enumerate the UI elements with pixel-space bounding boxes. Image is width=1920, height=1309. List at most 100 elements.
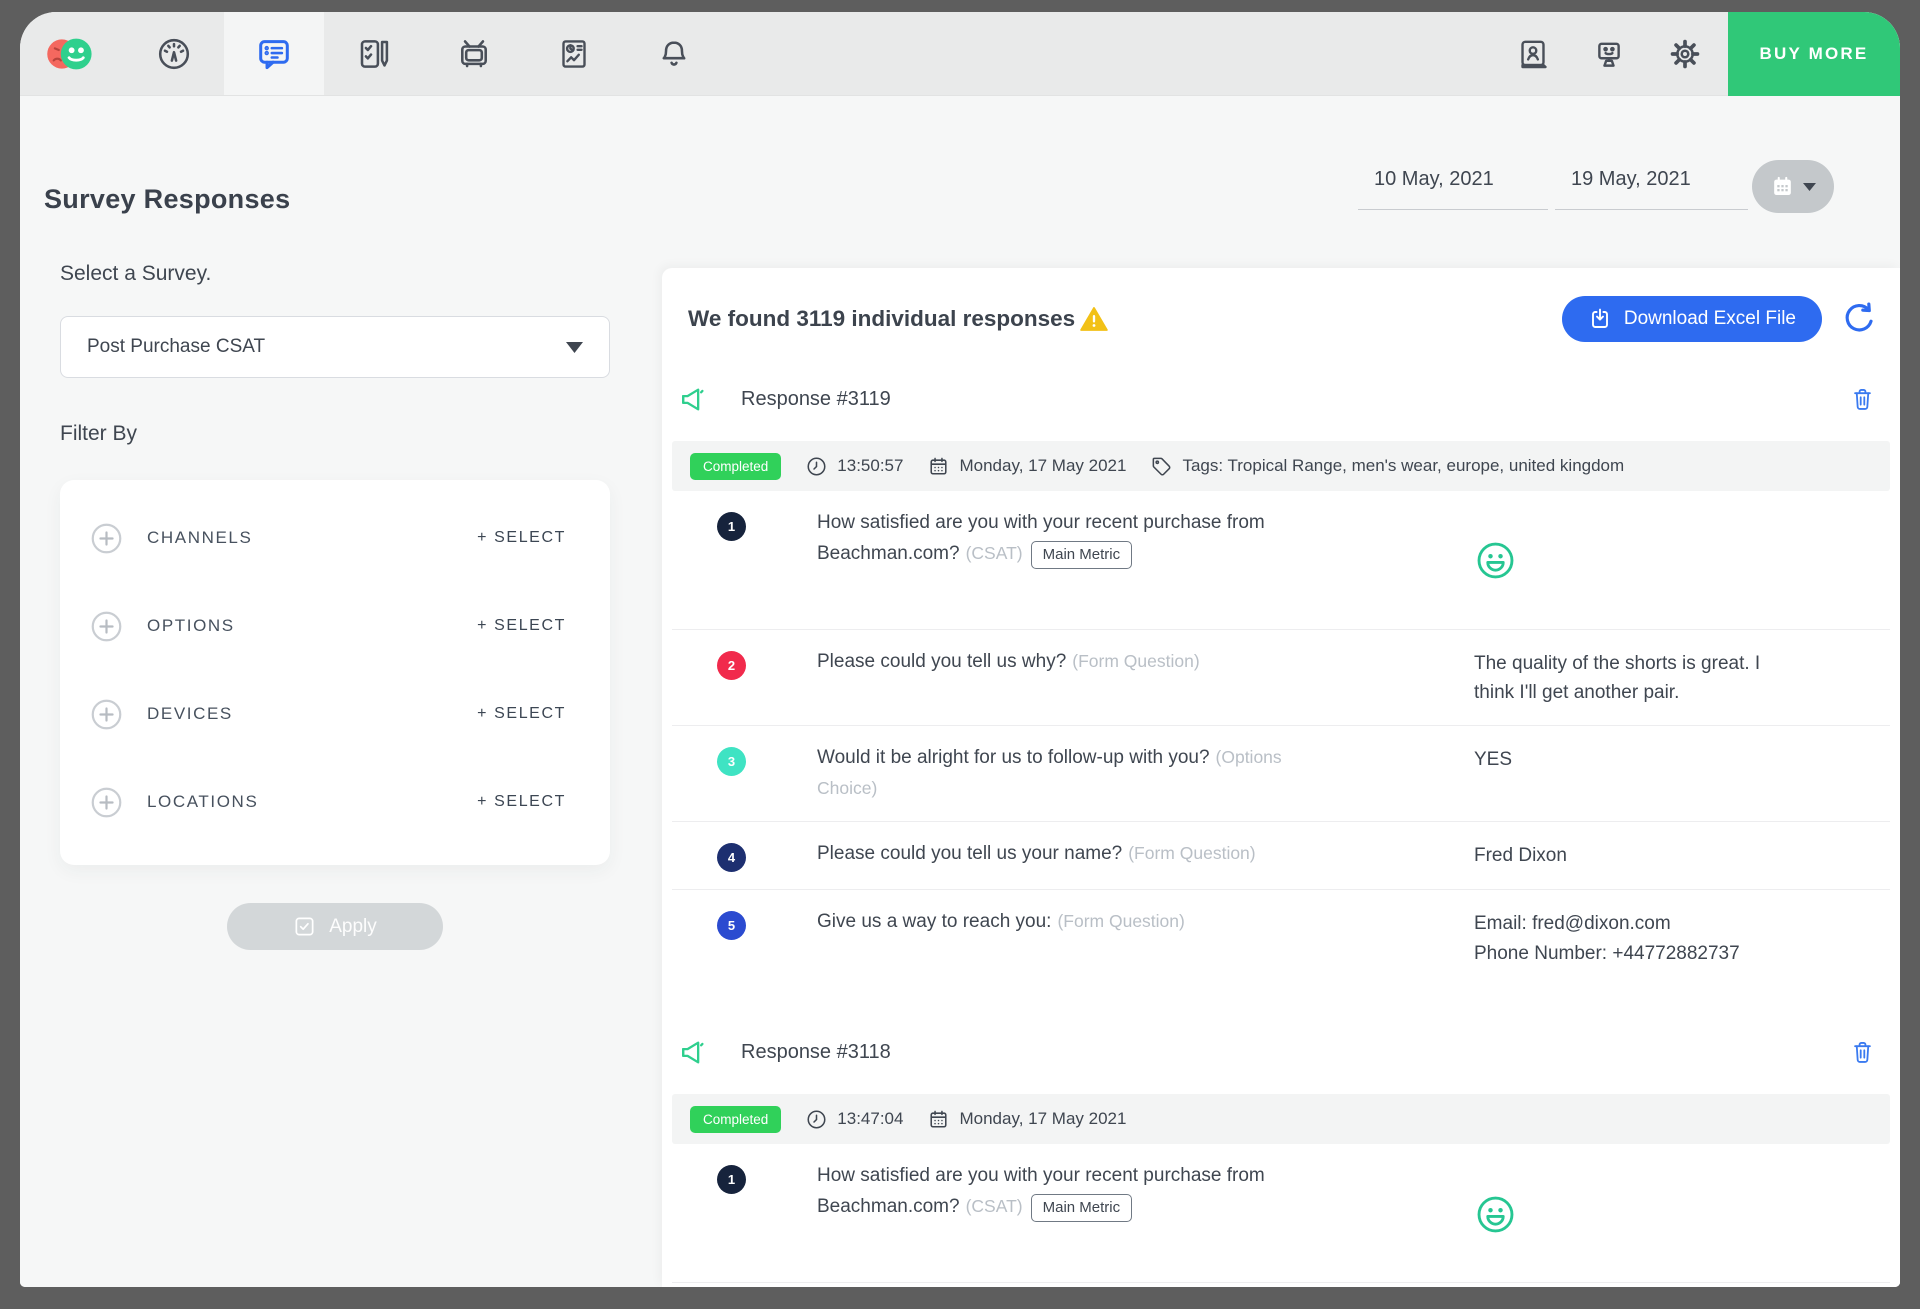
answer-cell (1474, 506, 1890, 612)
filter-row-options[interactable]: OPTIONS + SELECT (90, 582, 566, 670)
question-row: 2 Please could you tell us why?(Form Que… (672, 1282, 1890, 1287)
responses-panel: We found 3119 individual responses Downl… (662, 268, 1900, 1287)
filter-select-action[interactable]: + SELECT (477, 793, 566, 811)
calendar-icon (927, 455, 950, 478)
response-header: Response #3119 (678, 384, 1876, 415)
results-headline: We found 3119 individual responses (688, 306, 1108, 332)
tag-icon (1150, 455, 1173, 478)
time-value: 13:47:04 (837, 1109, 903, 1129)
nav-reports[interactable] (524, 12, 624, 95)
date-range-picker-button[interactable] (1752, 160, 1834, 213)
filter-select-action[interactable]: + SELECT (477, 617, 566, 635)
question-row: 2 Please could you tell us why?(Form Que… (672, 629, 1890, 725)
survey-dropdown[interactable]: Post Purchase CSAT (60, 316, 610, 378)
question-number-badge: 1 (717, 1165, 746, 1194)
filter-row-devices[interactable]: DEVICES + SELECT (90, 670, 566, 758)
filter-label: CHANNELS (147, 528, 477, 548)
settings-button[interactable] (1668, 36, 1702, 72)
bell-icon (656, 36, 692, 72)
buy-more-button[interactable]: BUY MORE (1728, 12, 1900, 96)
megaphone-icon (678, 384, 709, 415)
response-rows: 1 How satisfied are you with your recent… (672, 1144, 1890, 1287)
warning-icon (1080, 306, 1108, 332)
question-text: Give us a way to reach you:(Form Questio… (817, 905, 1317, 968)
answer-text: The quality of the shorts is great. I th… (1474, 645, 1890, 708)
date-value: Monday, 17 May 2021 (959, 1109, 1126, 1129)
apply-filters-button[interactable]: Apply (227, 903, 443, 950)
response-time: 13:47:04 (805, 1108, 903, 1131)
date-to-field[interactable]: 19 May, 2021 (1555, 158, 1748, 210)
filter-row-channels[interactable]: CHANNELS + SELECT (90, 494, 566, 582)
question-text: Please could you tell us why?(Form Quest… (817, 645, 1317, 708)
question-text: How satisfied are you with your recent p… (817, 506, 1317, 612)
delete-response-button[interactable] (1849, 386, 1876, 413)
survey-sidebar: Select a Survey. Post Purchase CSAT Filt… (60, 262, 610, 950)
apply-label: Apply (329, 916, 377, 938)
filter-select-action[interactable]: + SELECT (477, 529, 566, 547)
trash-icon (1849, 1039, 1876, 1066)
nav-dashboard-gauge[interactable] (124, 12, 224, 95)
question-row: 1 How satisfied are you with your recent… (672, 1144, 1890, 1282)
question-number-badge: 2 (717, 651, 746, 680)
contacts-button[interactable] (1516, 37, 1550, 71)
question-number-badge: 1 (717, 512, 746, 541)
plus-circle-icon (90, 698, 123, 731)
clock-icon (805, 455, 828, 478)
question-type-annotation: (Form Question) (1128, 843, 1255, 863)
question-type-annotation: (CSAT) (966, 1196, 1023, 1216)
nav-notifications[interactable] (624, 12, 724, 95)
select-survey-label: Select a Survey. (60, 262, 610, 286)
response-title: Response #3118 (741, 1041, 891, 1064)
plus-circle-icon (90, 610, 123, 643)
filter-row-locations[interactable]: LOCATIONS + SELECT (90, 758, 566, 846)
question-row: 1 How satisfied are you with your recent… (672, 491, 1890, 629)
nav-tv-channels[interactable] (424, 12, 524, 95)
top-navigation-bar: BUY MORE (20, 12, 1900, 96)
nav-responses-tab[interactable] (224, 12, 324, 95)
filter-label: LOCATIONS (147, 792, 477, 812)
question-row: 4 Please could you tell us your name?(Fo… (672, 821, 1890, 889)
download-icon (1588, 307, 1612, 331)
chat-list-icon (255, 35, 293, 73)
tags-value: Tags: Tropical Range, men's wear, europe… (1182, 456, 1624, 476)
time-value: 13:50:57 (837, 456, 903, 476)
filter-select-action[interactable]: + SELECT (477, 705, 566, 723)
report-document-icon (556, 36, 592, 72)
chevron-down-icon (1803, 183, 1816, 191)
topbar-right-tools: BUY MORE (1516, 12, 1900, 95)
response-status-bar: Completed 13:50:57 Monday, 17 May 2021 T… (672, 441, 1890, 491)
chevron-down-icon (566, 342, 583, 353)
happy-smiley-icon (1474, 539, 1517, 582)
question-text: How satisfied are you with your recent p… (817, 1159, 1317, 1265)
question-label: Would it be alright for us to follow-up … (817, 747, 1210, 768)
answer-text: Email: fred@dixon.com Phone Number: +447… (1474, 905, 1890, 968)
date-from-field[interactable]: 10 May, 2021 (1358, 158, 1548, 210)
download-excel-button[interactable]: Download Excel File (1562, 296, 1822, 342)
response-rows: 1 How satisfied are you with your recent… (672, 491, 1890, 985)
question-type-annotation: (Form Question) (1057, 911, 1184, 931)
checkbox-icon (293, 915, 316, 938)
kiosk-button[interactable] (1592, 37, 1626, 71)
plus-circle-icon (90, 522, 123, 555)
question-type-annotation: (CSAT) (966, 543, 1023, 563)
main-content: Survey Responses 10 May, 2021 19 May, 20… (20, 96, 1900, 1287)
response-date: Monday, 17 May 2021 (927, 455, 1126, 478)
question-text: Would it be alright for us to follow-up … (817, 741, 1317, 805)
response-section: Response #3118 Completed 13:47:04 (662, 1037, 1900, 1287)
response-status-bar: Completed 13:47:04 Monday, 17 May 2021 (672, 1094, 1890, 1144)
status-badge: Completed (690, 453, 781, 480)
results-header: We found 3119 individual responses Downl… (662, 268, 1900, 342)
question-type-annotation: (Form Question) (1072, 651, 1199, 671)
trash-icon (1849, 386, 1876, 413)
response-date: Monday, 17 May 2021 (927, 1108, 1126, 1131)
delete-response-button[interactable] (1849, 1039, 1876, 1066)
faces-logo-icon (44, 33, 96, 75)
nav-surveys[interactable] (324, 12, 424, 95)
question-text: Please could you tell us your name?(Form… (817, 837, 1317, 872)
refresh-button[interactable] (1840, 300, 1878, 338)
response-time: 13:50:57 (805, 455, 903, 478)
status-badge: Completed (690, 1106, 781, 1133)
app-logo[interactable] (44, 12, 96, 95)
download-label: Download Excel File (1624, 308, 1796, 330)
survey-checklist-pen-icon (356, 36, 392, 72)
